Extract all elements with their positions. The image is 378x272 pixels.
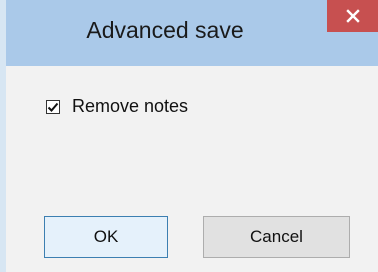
checkmark-icon (47, 102, 59, 112)
cancel-button[interactable]: Cancel (203, 216, 350, 258)
remove-notes-checkbox[interactable] (46, 99, 60, 114)
close-icon (345, 9, 360, 23)
dialog-title: Advanced save (86, 17, 244, 43)
ok-button[interactable]: OK (44, 216, 168, 258)
close-button[interactable] (327, 0, 378, 32)
remove-notes-label: Remove notes (72, 96, 189, 116)
remove-notes-option[interactable]: Remove notes (46, 96, 188, 117)
advanced-save-dialog: Advanced save Remove notes OK Cancel (6, 0, 378, 272)
title-bar[interactable]: Advanced save (6, 0, 378, 66)
dialog-content: Remove notes OK Cancel (6, 66, 378, 272)
